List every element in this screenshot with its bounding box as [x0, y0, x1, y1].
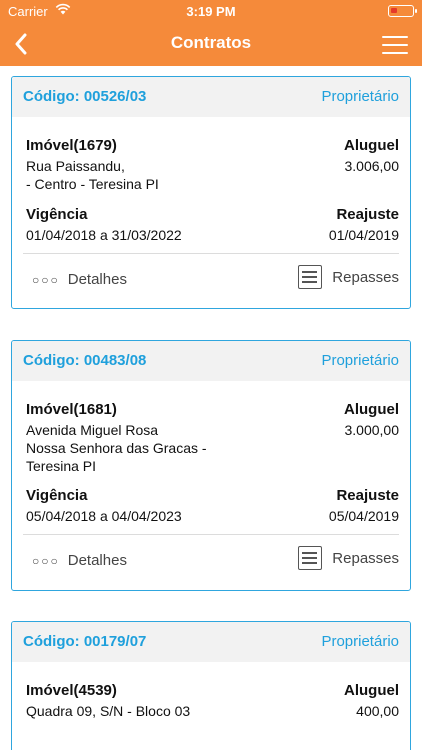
menu-button[interactable] — [382, 34, 408, 54]
adjust-value: 01/04/2019 — [328, 227, 399, 243]
details-button[interactable]: ○○○ Detalhes — [32, 552, 127, 569]
contract-card-header: Código: 00483/08 Proprietário — [12, 341, 410, 381]
term-value: 05/04/2018 a 04/04/2023 — [26, 508, 182, 524]
more-dots-icon: ○○○ — [32, 272, 60, 287]
address-line: Quadra 09, S/N - Bloco 03 — [26, 703, 191, 719]
transfers-button[interactable]: Repasses — [298, 546, 399, 570]
contract-code: Código: 00526/03 — [23, 88, 147, 105]
address-line: Rua Paissandu, — [26, 158, 125, 174]
divider — [23, 253, 399, 254]
adjust-label: Reajuste — [336, 487, 399, 504]
rent-value: 400,00 — [356, 703, 399, 719]
property-label: Imóvel(1679) — [26, 137, 117, 154]
transfers-label: Repasses — [332, 549, 399, 567]
list-icon — [298, 265, 323, 289]
contract-card[interactable]: Código: 00526/03 Proprietário Imóvel(167… — [11, 76, 411, 309]
contract-card[interactable]: Código: 00179/07 Proprietário Imóvel(453… — [11, 621, 411, 750]
status-bar: Carrier 3:19 PM — [0, 0, 422, 22]
battery-icon — [388, 5, 417, 17]
divider — [23, 534, 399, 535]
address-line: Teresina PI — [26, 458, 97, 474]
contract-code: Código: 00179/07 — [23, 633, 147, 650]
hamburger-icon — [382, 36, 408, 38]
details-label: Detalhes — [67, 552, 127, 569]
transfers-button[interactable]: Repasses — [298, 265, 399, 289]
rent-label: Aluguel — [344, 401, 399, 418]
contract-card-header: Código: 00526/03 Proprietário — [12, 77, 410, 117]
details-button[interactable]: ○○○ Detalhes — [32, 271, 127, 288]
contract-card[interactable]: Código: 00483/08 Proprietário Imóvel(168… — [11, 340, 411, 591]
term-label: Vigência — [26, 206, 88, 223]
contract-code: Código: 00483/08 — [23, 352, 147, 369]
contract-card-header: Código: 00179/07 Proprietário — [12, 622, 410, 662]
rent-label: Aluguel — [344, 682, 399, 699]
contract-role: Proprietário — [321, 352, 399, 369]
adjust-value: 05/04/2019 — [328, 508, 399, 524]
contract-role: Proprietário — [321, 88, 399, 105]
term-value: 01/04/2018 a 31/03/2022 — [26, 227, 182, 243]
list-icon — [298, 546, 323, 570]
app-header: Carrier 3:19 PM Contratos — [0, 0, 422, 66]
clock: 3:19 PM — [186, 4, 236, 19]
property-label: Imóvel(1681) — [26, 401, 117, 418]
page-title: Contratos — [170, 33, 252, 52]
address-line: - Centro - Teresina PI — [26, 176, 159, 192]
address-line: Avenida Miguel Rosa — [26, 422, 159, 438]
transfers-label: Repasses — [332, 268, 399, 286]
contract-list[interactable]: Código: 00526/03 Proprietário Imóvel(167… — [0, 66, 422, 750]
rent-label: Aluguel — [344, 137, 399, 154]
contract-role: Proprietário — [321, 633, 399, 650]
adjust-label: Reajuste — [336, 206, 399, 223]
term-label: Vigência — [26, 487, 88, 504]
rent-value: 3.006,00 — [344, 158, 400, 174]
details-label: Detalhes — [67, 271, 127, 288]
property-label: Imóvel(4539) — [26, 682, 117, 699]
more-dots-icon: ○○○ — [32, 553, 60, 568]
address-line: Nossa Senhora das Gracas - — [26, 440, 207, 456]
navigation-bar: Contratos — [0, 22, 422, 66]
rent-value: 3.000,00 — [344, 422, 400, 438]
